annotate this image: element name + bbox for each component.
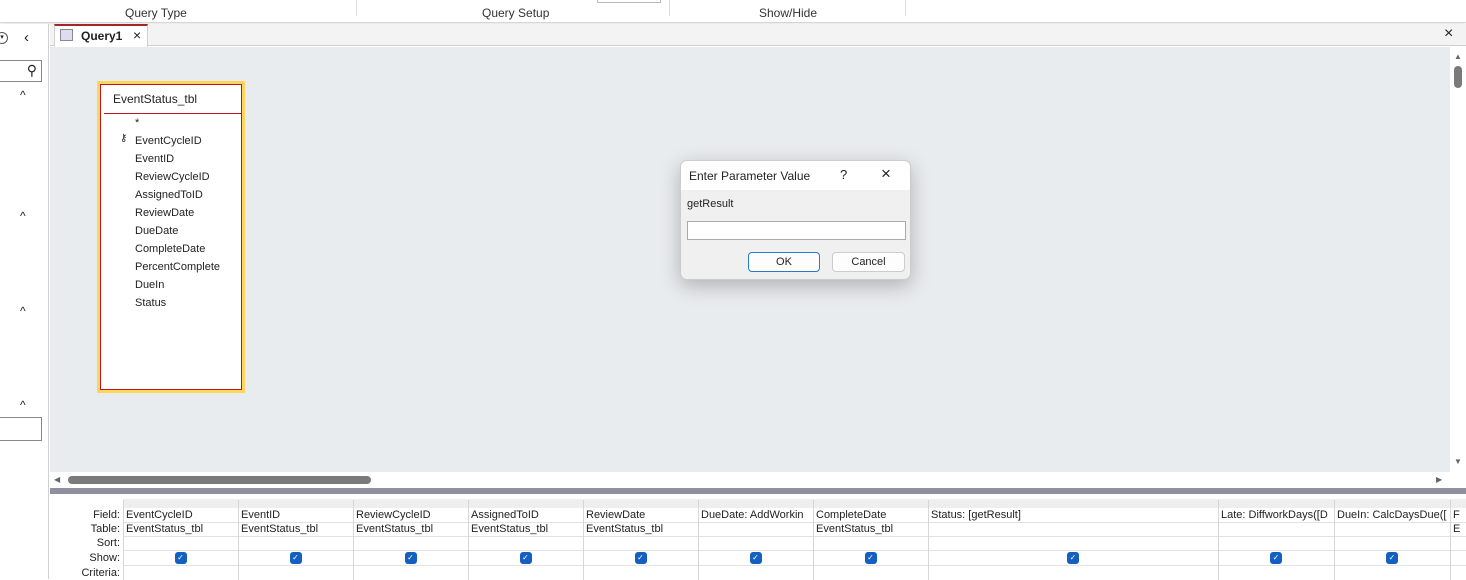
- divider: [123, 550, 1466, 551]
- grid-table-cell[interactable]: EventStatus_tbl: [238, 523, 353, 535]
- tab-label: Query1: [81, 29, 123, 43]
- row-label-sort: Sort:: [96, 537, 120, 549]
- ribbon-control[interactable]: [597, 0, 661, 3]
- divider: [356, 0, 357, 16]
- grid-field-cell[interactable]: Late: DiffworkDays([D: [1218, 509, 1334, 521]
- table-box-title: EventStatus_tbl: [113, 92, 198, 106]
- grid-field-cell[interactable]: ReviewCycleID: [353, 509, 468, 521]
- divider: [669, 0, 670, 16]
- show-checkbox[interactable]: ✓: [174, 552, 187, 564]
- grid-field-cell[interactable]: ReviewDate: [583, 509, 698, 521]
- scroll-down-icon[interactable]: ▼: [1454, 457, 1462, 466]
- ok-button[interactable]: OK: [748, 252, 820, 272]
- scrollbar-thumb[interactable]: [68, 476, 371, 484]
- grid-field-cell[interactable]: CompleteDate: [813, 509, 928, 521]
- parameter-input[interactable]: [687, 221, 906, 240]
- ribbon-group-query-setup: Query Setup: [482, 6, 550, 20]
- grid-table-cell[interactable]: EventStatus_tbl: [813, 523, 928, 535]
- show-checkbox[interactable]: ✓: [749, 552, 762, 564]
- horizontal-scrollbar[interactable]: ◀ ▶: [50, 472, 1466, 488]
- grid-table-cell[interactable]: EventStatus_tbl: [468, 523, 583, 535]
- design-grid: Field: Table: Sort: Show: Criteria: Even…: [50, 494, 1466, 580]
- field-item[interactable]: ReviewDate: [135, 207, 194, 219]
- field-item[interactable]: ReviewCycleID: [135, 171, 210, 183]
- chevron-up-icon[interactable]: ^: [20, 88, 26, 102]
- dropdown-icon[interactable]: ▾: [0, 32, 8, 44]
- query-design-window: Query1 × × EventStatus_tbl * ⚷ EventCycl…: [50, 24, 1466, 580]
- field-item[interactable]: DueDate: [135, 225, 178, 237]
- close-window-icon[interactable]: ×: [1444, 25, 1453, 43]
- show-checkbox[interactable]: ✓: [1270, 552, 1282, 564]
- grid-field-cell[interactable]: Status: [getResult]: [928, 509, 1218, 521]
- divider: [123, 565, 1466, 566]
- grid-field-cell[interactable]: EventID: [238, 509, 353, 521]
- vertical-scrollbar[interactable]: ▲ ▼: [1450, 47, 1466, 472]
- row-label-table: Table:: [90, 523, 120, 535]
- grid-field-cell[interactable]: DueIn: CalcDaysDue([: [1334, 509, 1450, 521]
- tab-query1[interactable]: Query1 ×: [54, 24, 148, 47]
- navigation-pane: ▾ ‹ ⚲ ^ ^ ^ ^: [0, 24, 49, 579]
- chevron-up-icon[interactable]: ^: [20, 304, 26, 318]
- field-item[interactable]: DueIn: [135, 279, 164, 291]
- field-item[interactable]: CompleteDate: [135, 243, 205, 255]
- field-item[interactable]: Status: [135, 297, 166, 309]
- grid-table-cell[interactable]: E: [1450, 523, 1466, 535]
- row-label-show: Show:: [89, 552, 120, 564]
- ribbon-group-query-type: Query Type: [125, 6, 187, 20]
- field-item[interactable]: EventID: [135, 153, 174, 165]
- collapse-pane-icon[interactable]: ‹: [24, 29, 29, 46]
- cancel-button[interactable]: Cancel: [832, 252, 905, 272]
- ribbon-group-show-hide: Show/Hide: [759, 6, 818, 20]
- divider: [123, 536, 1466, 537]
- tab-strip: Query1 × ×: [50, 24, 1466, 47]
- field-item[interactable]: PercentComplete: [135, 261, 220, 273]
- field-item[interactable]: AssignedToID: [135, 189, 203, 201]
- show-checkbox[interactable]: ✓: [864, 552, 877, 564]
- dialog-title: Enter Parameter Value: [689, 169, 811, 183]
- grid-table-cell[interactable]: EventStatus_tbl: [123, 523, 238, 535]
- scroll-left-icon[interactable]: ◀: [54, 475, 60, 484]
- scroll-right-icon[interactable]: ▶: [1436, 475, 1442, 484]
- grid-field-cell[interactable]: EventCycleID: [123, 509, 238, 521]
- row-label-field: Field:: [93, 509, 120, 521]
- chevron-up-icon[interactable]: ^: [20, 398, 26, 412]
- table-box-eventstatus[interactable]: EventStatus_tbl * ⚷ EventCycleID EventID…: [97, 81, 245, 393]
- enter-parameter-dialog: Enter Parameter Value ? × getResult OK C…: [680, 160, 911, 280]
- show-checkbox[interactable]: ✓: [289, 552, 302, 564]
- close-dialog-icon[interactable]: ×: [881, 164, 891, 184]
- grid-field-cell[interactable]: AssignedToID: [468, 509, 583, 521]
- show-checkbox[interactable]: ✓: [404, 552, 417, 564]
- search-input[interactable]: ⚲: [0, 60, 42, 82]
- grid-field-cell[interactable]: F: [1450, 509, 1466, 521]
- field-item[interactable]: EventCycleID: [135, 135, 202, 147]
- ribbon: Query Type Query Setup Show/Hide: [0, 0, 1466, 23]
- field-item[interactable]: *: [135, 117, 139, 129]
- close-tab-icon[interactable]: ×: [133, 27, 141, 43]
- scrollbar-thumb[interactable]: [1454, 66, 1462, 88]
- help-button[interactable]: ?: [840, 167, 847, 182]
- column-selectors[interactable]: [123, 499, 1466, 508]
- show-checkbox[interactable]: ✓: [1386, 552, 1398, 564]
- grid-table-cell[interactable]: EventStatus_tbl: [353, 523, 468, 535]
- primary-key-icon: ⚷: [120, 133, 128, 144]
- row-label-criteria: Criteria:: [81, 567, 120, 579]
- chevron-up-icon[interactable]: ^: [20, 209, 26, 223]
- divider: [104, 113, 241, 114]
- show-checkbox[interactable]: ✓: [634, 552, 647, 564]
- query-icon: [60, 29, 73, 41]
- dialog-titlebar: Enter Parameter Value ? ×: [681, 161, 910, 190]
- search-icon: ⚲: [26, 62, 37, 78]
- grid-table-cell[interactable]: EventStatus_tbl: [583, 523, 698, 535]
- scroll-up-icon[interactable]: ▲: [1454, 52, 1462, 61]
- show-checkbox[interactable]: ✓: [1067, 552, 1079, 564]
- show-checkbox[interactable]: ✓: [519, 552, 532, 564]
- divider: [905, 0, 906, 16]
- nav-input[interactable]: [0, 417, 42, 441]
- parameter-prompt: getResult: [687, 198, 734, 210]
- grid-field-cell[interactable]: DueDate: AddWorkin: [698, 509, 813, 521]
